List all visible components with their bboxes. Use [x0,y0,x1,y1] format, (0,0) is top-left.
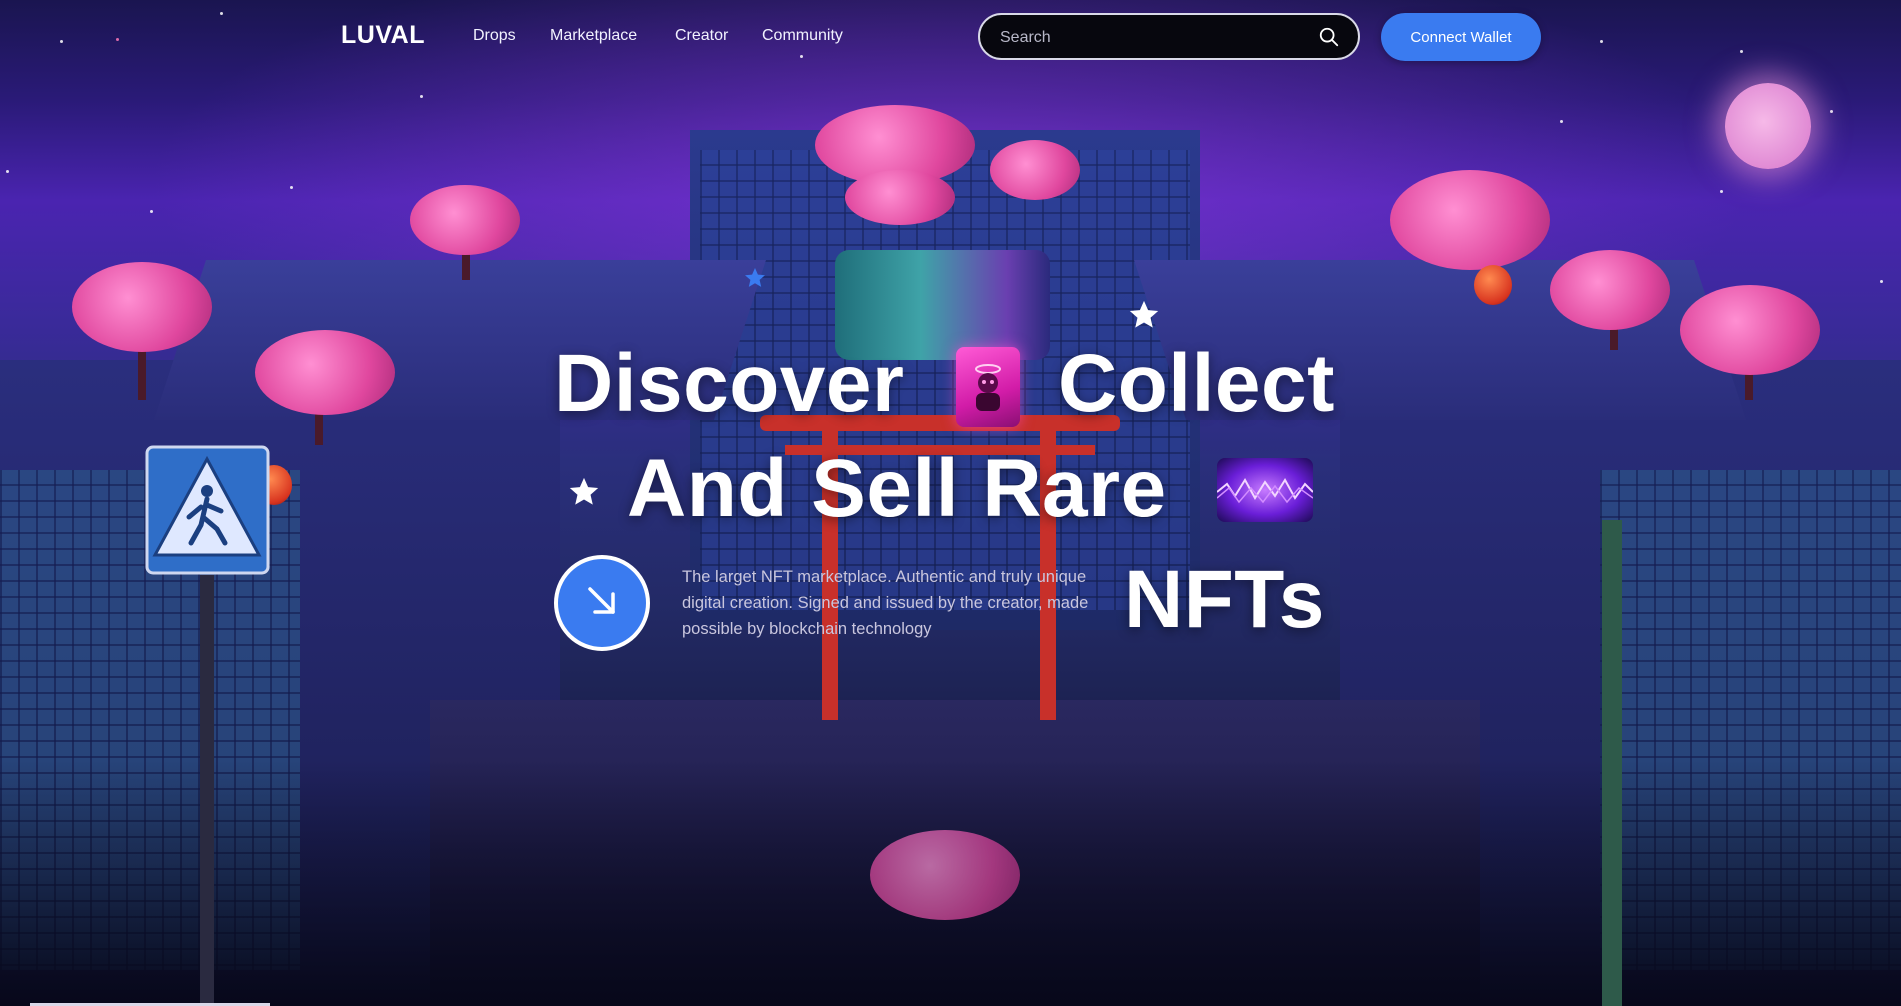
nav-link-drops[interactable]: Drops [473,27,516,45]
explore-arrow-button[interactable] [554,555,650,651]
nav-link-community[interactable]: Community [762,27,843,45]
search-box [978,13,1360,60]
star-dot [420,95,423,98]
white-star-icon [1127,298,1161,337]
hero-heading-collect: Collect [1058,338,1335,429]
star-dot [290,186,293,189]
street-pole [1602,520,1622,1006]
search-input[interactable] [998,25,1302,51]
cherry-blossom-tree [870,830,1020,920]
logo[interactable]: LUVAL [341,21,425,50]
star-dot [6,170,9,173]
nav-link-creator[interactable]: Creator [675,27,728,45]
arrow-down-right-icon [580,579,624,628]
nft-thumbnail-pink [956,347,1020,427]
cherry-blossom-tree [410,185,520,255]
star-dot [150,210,153,213]
hero-heading-discover: Discover [554,338,905,429]
star-dot [1830,110,1833,113]
nav-link-marketplace[interactable]: Marketplace [550,27,637,45]
connect-wallet-button[interactable]: Connect Wallet [1381,13,1541,61]
crosswalk-sign-icon [145,445,270,575]
top-navigation: LUVAL Drops Marketplace Creator Communit… [0,0,1901,74]
hero-heading-nfts: NFTs [1124,554,1325,645]
hero-description: The larget NFT marketplace. Authentic an… [682,568,1089,638]
hero-heading-and-sell-rare: And Sell Rare [627,443,1167,534]
cherry-blossom-tree [990,140,1080,200]
moon [1725,83,1811,169]
paper-lantern [1474,265,1512,305]
cherry-blossom-tree [845,170,955,225]
white-star-icon [567,475,601,514]
sign-pole [200,575,214,1006]
cherry-blossom-tree [1550,250,1670,330]
cherry-blossom-tree [1680,285,1820,375]
cherry-blossom-tree [255,330,395,415]
blue-star-icon [743,266,767,295]
star-dot [1720,190,1723,193]
nft-thumbnail-purple [1217,458,1313,522]
star-dot [1560,120,1563,123]
star-dot [1880,280,1883,283]
cherry-blossom-tree [72,262,212,352]
cherry-blossom-tree [1390,170,1550,270]
search-icon[interactable] [1318,26,1340,48]
